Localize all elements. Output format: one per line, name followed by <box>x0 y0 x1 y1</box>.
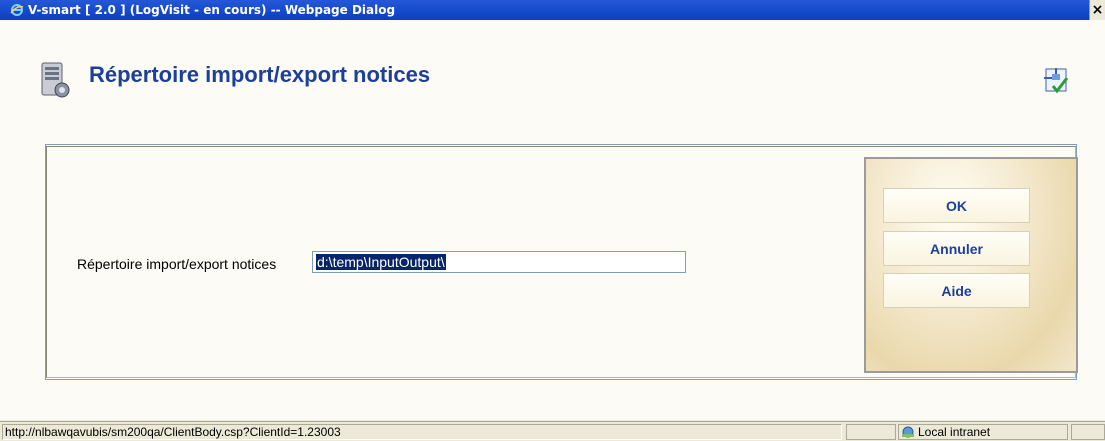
internet-explorer-icon <box>10 3 24 17</box>
ok-button[interactable]: OK <box>883 188 1030 223</box>
local-intranet-icon <box>901 426 915 438</box>
close-button[interactable]: × <box>1089 0 1105 20</box>
status-bar: http://nlbawqavubis/sm200qa/ClientBody.c… <box>0 421 1105 441</box>
close-icon: × <box>1091 2 1104 18</box>
status-zone-label: Local intranet <box>918 425 991 439</box>
resize-grip[interactable] <box>1071 424 1105 440</box>
window-titlebar: V-smart [ 2.0 ] (LogVisit - en cours) --… <box>0 0 1105 20</box>
page-title: Répertoire import/export notices <box>89 62 431 87</box>
cancel-button[interactable]: Annuler <box>883 231 1030 266</box>
server-settings-icon <box>38 60 72 100</box>
window-title: V-smart [ 2.0 ] (LogVisit - en cours) --… <box>28 3 396 17</box>
directory-input-value: d:\temp\InputOutput\ <box>316 254 446 270</box>
directory-input[interactable]: d:\temp\InputOutput\ <box>312 251 686 273</box>
directory-label: Répertoire import/export notices <box>77 256 277 272</box>
status-zone: Local intranet <box>898 424 1068 440</box>
config-check-icon[interactable] <box>1040 64 1072 96</box>
action-button-box: OK Annuler Aide <box>864 157 1078 373</box>
status-url: http://nlbawqavubis/sm200qa/ClientBody.c… <box>2 424 842 440</box>
status-segment <box>846 424 896 440</box>
help-button[interactable]: Aide <box>883 273 1030 308</box>
